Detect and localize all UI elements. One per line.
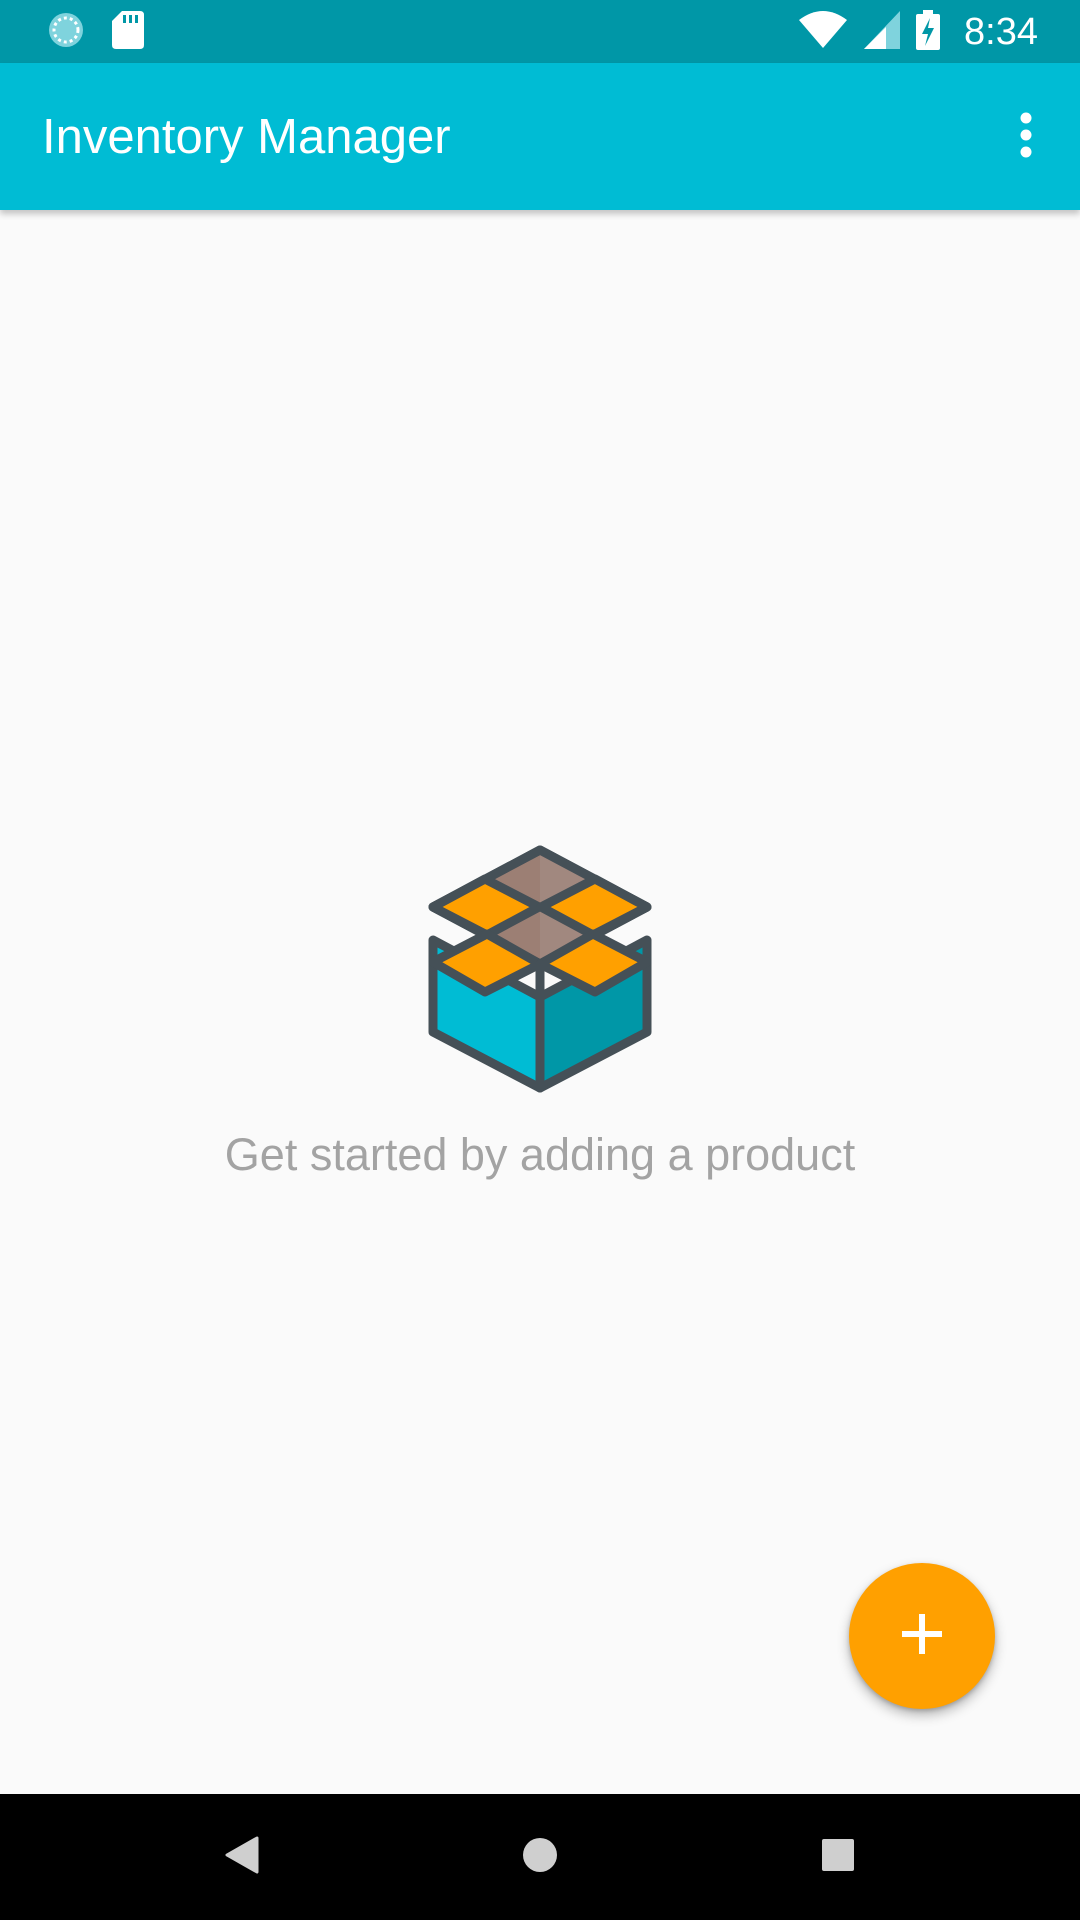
status-notifications: [46, 10, 144, 55]
recents-icon: [821, 1838, 855, 1877]
back-icon: [225, 1836, 259, 1879]
recents-button[interactable]: [803, 1822, 873, 1892]
app-title: Inventory Manager: [42, 110, 451, 164]
add-product-button[interactable]: [849, 1563, 995, 1709]
app-bar: Inventory Manager: [0, 63, 1080, 210]
battery-charging-icon: [916, 9, 941, 55]
home-button[interactable]: [505, 1822, 575, 1892]
more-vert-icon: [1018, 112, 1034, 163]
plus-icon: [902, 1613, 942, 1659]
sd-card-icon: [112, 10, 144, 54]
back-button[interactable]: [207, 1822, 277, 1892]
overflow-menu-button[interactable]: [988, 99, 1064, 175]
home-icon: [522, 1837, 558, 1878]
screen: 8:34 Inventory Manager Get started by ad…: [0, 0, 1080, 1920]
wifi-icon: [798, 10, 848, 55]
status-bar: 8:34: [0, 0, 1080, 63]
navigation-bar: [0, 1794, 1080, 1920]
empty-state: Get started by adding a product: [0, 820, 1080, 1181]
status-time: 8:34: [964, 10, 1038, 53]
open-box-icon: [375, 820, 705, 1101]
cell-signal-icon: [864, 10, 901, 54]
status-system: 8:34: [798, 8, 1038, 56]
empty-state-message: Get started by adding a product: [224, 1129, 856, 1180]
sync-icon: [46, 10, 86, 55]
